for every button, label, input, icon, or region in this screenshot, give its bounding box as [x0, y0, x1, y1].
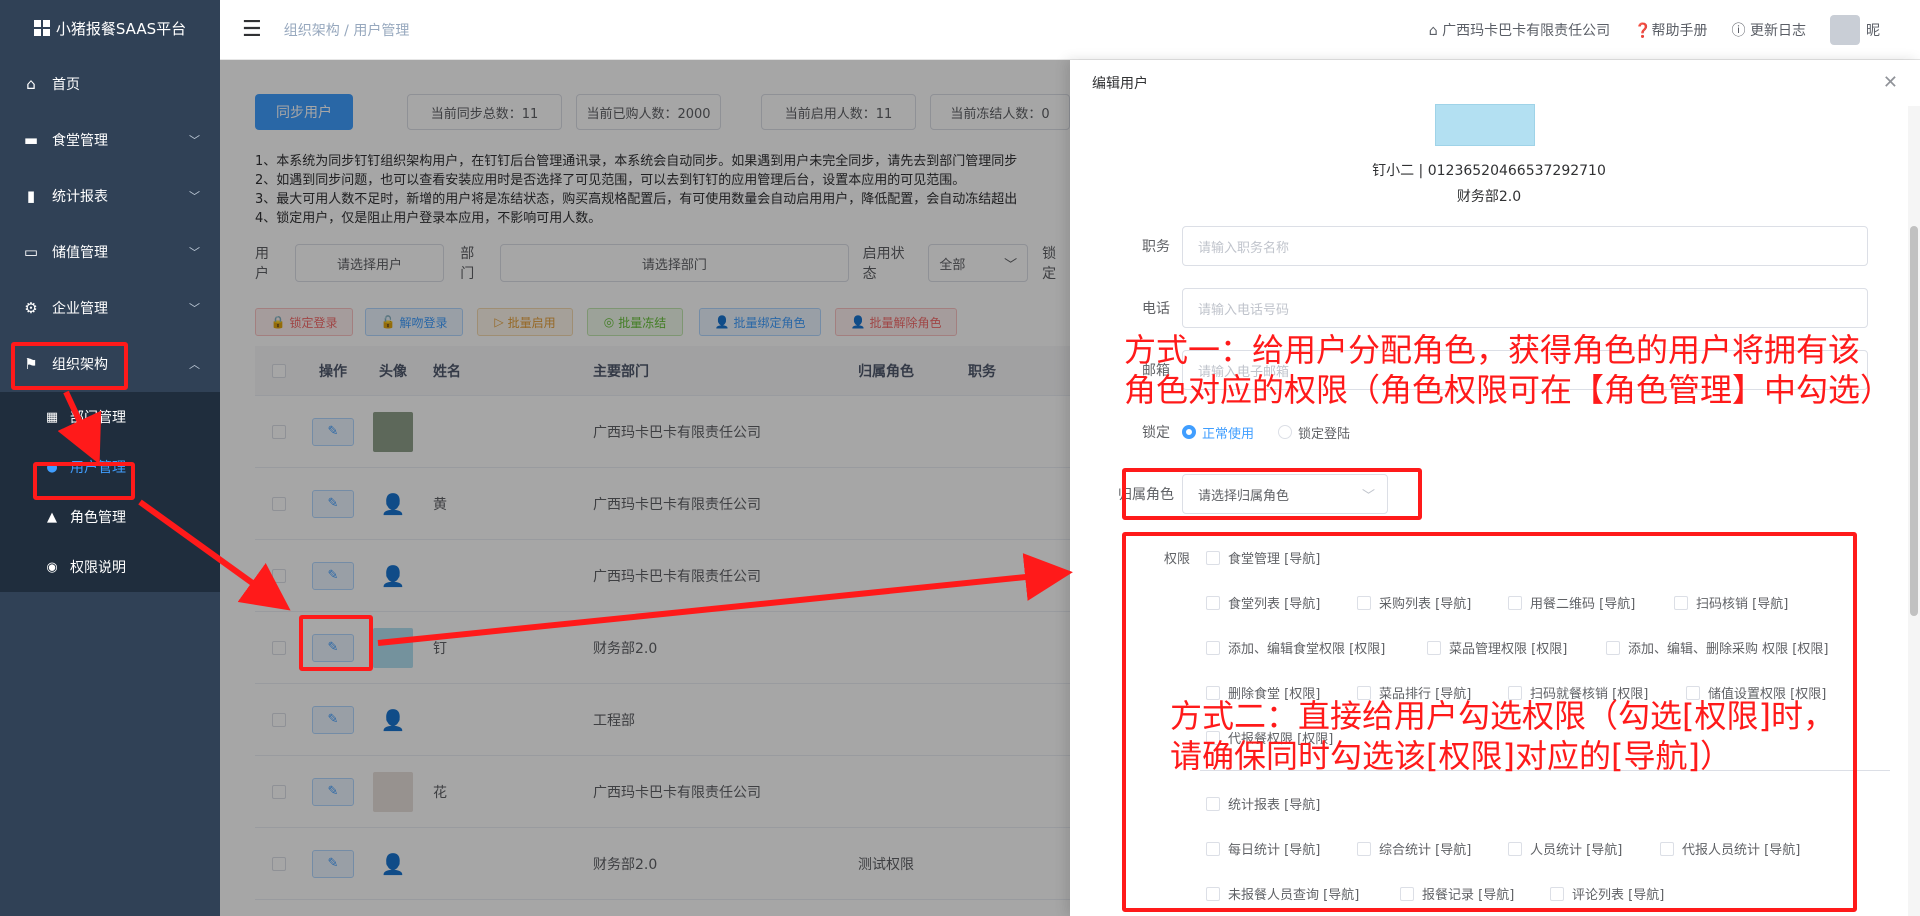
arrow-users-to-edit — [138, 499, 291, 611]
annotation-arrows — [57, 390, 1073, 646]
arrow-edit-to-drawer — [377, 553, 1073, 646]
arrow-org-to-users — [57, 390, 102, 465]
